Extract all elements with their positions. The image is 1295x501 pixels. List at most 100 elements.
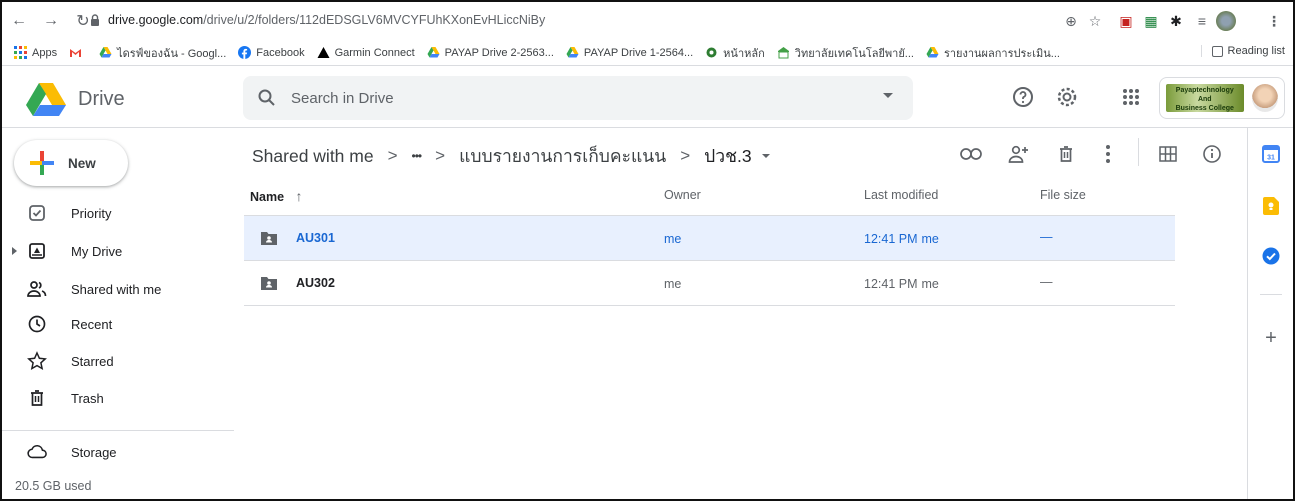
- org-logo-text-1: Payaptechnology: [1175, 87, 1234, 94]
- account-switcher[interactable]: Payaptechnology And Business College: [1159, 77, 1285, 119]
- expand-caret-icon[interactable]: [12, 247, 17, 255]
- search-options-dropdown-icon[interactable]: [883, 93, 893, 98]
- sidebar: New Priority My Drive Shared with me Rec…: [2, 128, 234, 499]
- table-row[interactable]: AU302 me 12:41 PM me —: [244, 261, 1175, 306]
- more-options-icon[interactable]: [1096, 142, 1120, 166]
- settings-gear-icon[interactable]: [1054, 84, 1080, 110]
- google-drive-icon: [926, 47, 939, 58]
- new-button-label: New: [68, 155, 96, 171]
- search-icon: [258, 89, 275, 106]
- priority-check-icon: [27, 203, 47, 223]
- bookmark-apps[interactable]: Apps: [14, 46, 57, 59]
- get-link-icon[interactable]: [959, 142, 983, 166]
- url-path: /drive/u/2/folders/112dEDSGLV6MVCYFUhKXo…: [203, 13, 546, 27]
- drive-header: Drive Payaptechnology And Business Colle…: [2, 66, 1293, 128]
- help-icon[interactable]: [1010, 84, 1036, 110]
- bookmark-label: PAYAP Drive 1-2564...: [583, 46, 694, 59]
- bookmark-payap-drive-2[interactable]: PAYAP Drive 1-2564...: [566, 46, 693, 59]
- info-icon[interactable]: [1200, 142, 1224, 166]
- avatar[interactable]: [1251, 84, 1278, 112]
- bookmark-garmin[interactable]: Garmin Connect: [317, 46, 415, 59]
- org-logo-text-3: Business College: [1175, 105, 1234, 112]
- reading-list-label: Reading list: [1227, 45, 1285, 57]
- drive-logo[interactable]: Drive: [26, 82, 125, 116]
- modified-by: me: [921, 277, 939, 291]
- browser-window: ← → ↻ drive.google.com/drive/u/2/folders…: [0, 0, 1295, 501]
- breadcrumb-separator: >: [435, 146, 446, 165]
- sidebar-item-storage[interactable]: Storage: [2, 436, 234, 468]
- extension-red-icon[interactable]: ▣: [1116, 10, 1136, 32]
- browser-menu-icon[interactable]: ⋮: [1264, 10, 1284, 32]
- column-header-name[interactable]: Name ↑: [250, 188, 303, 204]
- main-content: Shared with me > ••• > แบบรายงานการเก็บค…: [234, 128, 1247, 499]
- keep-icon[interactable]: [1261, 196, 1281, 216]
- shared-folder-icon: [261, 232, 277, 245]
- current-folder-name: ปวช.3: [704, 146, 752, 166]
- extensions-puzzle-icon[interactable]: ✱: [1166, 10, 1186, 32]
- bookmark-gmail[interactable]: [69, 46, 87, 59]
- calendar-icon[interactable]: 31: [1261, 144, 1281, 164]
- breadcrumb-more-ellipsis[interactable]: •••: [412, 149, 423, 163]
- bookmark-payap-drive-1[interactable]: PAYAP Drive 2-2563...: [427, 46, 554, 59]
- trash-icon[interactable]: [1054, 142, 1078, 166]
- breadcrumb-current-folder[interactable]: ปวช.3: [704, 142, 770, 170]
- bookmark-label: Apps: [32, 46, 58, 59]
- bookmark-facebook[interactable]: Facebook: [238, 46, 305, 59]
- tasks-icon[interactable]: [1261, 246, 1281, 266]
- reading-list-button[interactable]: Reading list: [1200, 45, 1285, 57]
- bookmark-label: Facebook: [256, 46, 305, 59]
- share-add-person-icon[interactable]: [1007, 142, 1031, 166]
- back-arrow-icon[interactable]: ←: [8, 10, 30, 32]
- browser-toolbar: ← → ↻ drive.google.com/drive/u/2/folders…: [2, 2, 1293, 40]
- google-drive-icon: [99, 47, 112, 58]
- column-header-last-modified[interactable]: Last modified: [864, 188, 938, 202]
- file-last-modified: 12:41 PM me: [864, 232, 939, 246]
- search-bar[interactable]: [243, 76, 913, 120]
- college-icon: [777, 47, 789, 59]
- sidebar-item-label: Shared with me: [71, 281, 162, 297]
- column-header-file-size[interactable]: File size: [1040, 188, 1086, 202]
- reading-mode-icon[interactable]: ≡: [1192, 10, 1212, 32]
- column-header-owner[interactable]: Owner: [664, 188, 701, 202]
- sidebar-item-starred[interactable]: Starred: [2, 345, 234, 377]
- new-button[interactable]: New: [14, 140, 128, 186]
- sidebar-item-trash[interactable]: Trash: [2, 382, 234, 414]
- star-icon: [27, 351, 47, 371]
- bookmark-star-icon[interactable]: ☆: [1085, 10, 1105, 32]
- modified-time: 12:41 PM: [864, 232, 918, 246]
- google-apps-icon[interactable]: [1118, 84, 1144, 110]
- apps-grid-icon: [14, 46, 27, 59]
- sidebar-item-label: My Drive: [71, 243, 123, 259]
- breadcrumb-shared-with-me[interactable]: Shared with me: [252, 146, 374, 167]
- sort-arrow-icon[interactable]: ↑: [296, 188, 303, 204]
- bookmark-report[interactable]: รายงานผลการประเมิน...: [926, 44, 1060, 62]
- file-list-header: Name ↑ Owner Last modified File size: [244, 172, 1175, 216]
- bookmark-college[interactable]: วิทยาลัยเทคโนโลยีพายั...: [777, 44, 914, 62]
- sidebar-item-shared-with-me[interactable]: Shared with me: [2, 273, 234, 305]
- facebook-icon: [238, 46, 252, 59]
- bookmark-home[interactable]: หน้าหลัก: [705, 44, 765, 62]
- clock-icon: [27, 314, 47, 334]
- sidebar-item-recent[interactable]: Recent: [2, 308, 234, 340]
- bookmark-label: Garmin Connect: [334, 46, 415, 59]
- forward-arrow-icon[interactable]: →: [40, 10, 62, 32]
- url-host: drive.google.com: [108, 13, 204, 27]
- bookmark-my-drive[interactable]: ไดรฟ์ของฉัน - Googl...: [99, 44, 226, 62]
- sheets-extension-icon[interactable]: ▦: [1141, 10, 1161, 32]
- grid-view-icon[interactable]: [1156, 142, 1180, 166]
- profile-avatar-icon[interactable]: [1214, 10, 1238, 32]
- table-row[interactable]: AU301 me 12:41 PM me —: [244, 216, 1175, 261]
- breadcrumb-parent-folder[interactable]: แบบรายงานการเก็บคะแนน: [459, 142, 666, 170]
- modified-by: me: [921, 232, 939, 246]
- trash-icon: [27, 388, 47, 408]
- bookmark-label: ไดรฟ์ของฉัน - Googl...: [117, 47, 227, 60]
- add-addon-plus-icon[interactable]: +: [1261, 327, 1281, 349]
- sidebar-item-my-drive[interactable]: My Drive: [2, 235, 234, 267]
- breadcrumb: Shared with me > ••• > แบบรายงานการเก็บค…: [252, 138, 770, 174]
- url-bar[interactable]: drive.google.com/drive/u/2/folders/112dE…: [88, 7, 1136, 33]
- search-input[interactable]: [291, 89, 851, 107]
- storage-used-text: 20.5 GB used: [15, 479, 92, 493]
- sidebar-item-priority[interactable]: Priority: [2, 197, 234, 229]
- zoom-icon[interactable]: ⊕: [1061, 10, 1081, 32]
- header-label: Name: [250, 190, 285, 204]
